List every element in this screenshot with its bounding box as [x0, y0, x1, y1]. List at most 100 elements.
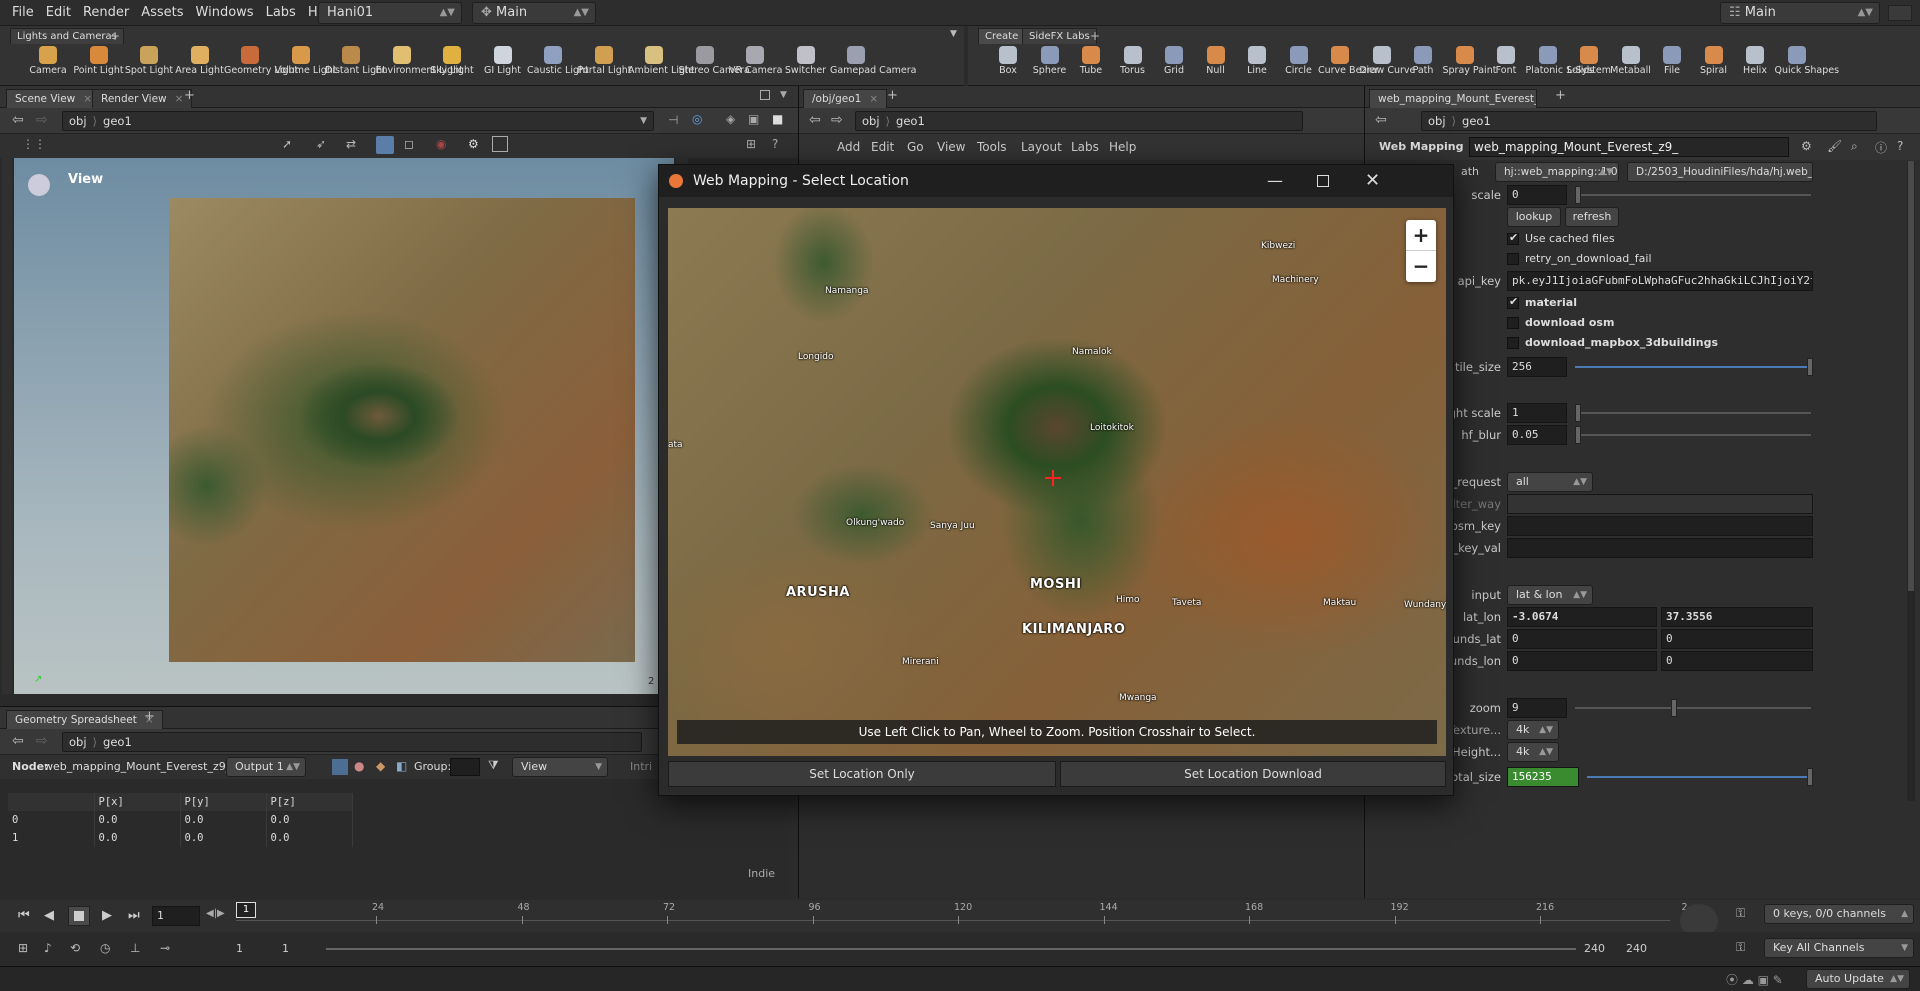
total-size-field[interactable]: 156235: [1507, 767, 1579, 787]
current-frame-field[interactable]: 1: [152, 906, 200, 926]
tab-geometry-spreadsheet[interactable]: Geometry Spreadsheet ×: [6, 710, 163, 729]
network-menu-view[interactable]: View: [937, 140, 965, 154]
record-icon[interactable]: ◉: [436, 137, 446, 151]
download-osm-checkbox[interactable]: [1507, 317, 1519, 329]
network-menu-add[interactable]: Add: [837, 140, 860, 154]
shelf-tool-quick-shapes[interactable]: Quick Shapes: [1775, 46, 1839, 76]
total-size-slider[interactable]: [1587, 768, 1813, 786]
network-menu-labs[interactable]: Labs: [1071, 140, 1099, 154]
network-menu-edit[interactable]: Edit: [871, 140, 894, 154]
add-tab-icon[interactable]: +: [887, 88, 898, 103]
play-icon[interactable]: ▶: [102, 908, 112, 923]
loop-icon[interactable]: ⟲: [70, 941, 80, 955]
tile-size-field[interactable]: 256: [1507, 357, 1567, 377]
stop-button[interactable]: [68, 906, 90, 926]
vertices-mode-icon[interactable]: ●: [354, 759, 364, 773]
menu-labs[interactable]: Labs: [260, 0, 302, 26]
range-start[interactable]: 1: [236, 942, 243, 955]
scrollbar-thumb[interactable]: [1908, 161, 1914, 591]
prims-mode-icon[interactable]: ◆: [376, 759, 385, 773]
shelf-tool-curve-bezier[interactable]: Curve Bezier: [1318, 46, 1379, 76]
link-icon[interactable]: ◎: [692, 112, 702, 126]
network-menu-help[interactable]: Help: [1109, 140, 1136, 154]
camera-icon[interactable]: ⚙: [468, 137, 479, 151]
shelf-tool-line[interactable]: Line: [1235, 46, 1279, 76]
refresh-button[interactable]: refresh: [1565, 207, 1619, 227]
menu-assets[interactable]: Assets: [135, 0, 189, 26]
column-header[interactable]: P[z]: [266, 793, 353, 811]
display-icon[interactable]: ■: [772, 112, 783, 126]
keys-channels-display[interactable]: 0 keys, 0/0 channels ▲: [1764, 904, 1914, 924]
render-region-icon[interactable]: [492, 136, 508, 152]
chevron-down-icon[interactable]: ▼: [640, 112, 647, 130]
close-icon[interactable]: ✕: [1365, 165, 1380, 197]
right-desktop-selector[interactable]: ☷ Main ▲▼: [1720, 2, 1880, 24]
height-scale-field[interactable]: 1: [1507, 403, 1567, 423]
hf-blur-field[interactable]: 0.05: [1507, 425, 1567, 445]
audio-icon[interactable]: ♪: [44, 941, 52, 955]
close-icon[interactable]: ×: [83, 93, 92, 105]
shelf-tool-l-system[interactable]: L-System: [1567, 46, 1611, 76]
shelf-tool-area-light[interactable]: Area Light: [174, 46, 226, 76]
shelf-tool-grid[interactable]: Grid: [1152, 46, 1196, 76]
param-scrollbar[interactable]: [1907, 161, 1915, 801]
zoom-slider[interactable]: [1575, 699, 1811, 717]
help-icon[interactable]: ?: [772, 137, 778, 151]
shelf-tool-point-light[interactable]: Point Light: [73, 46, 125, 76]
table-row[interactable]: 1 0.0 0.0 0.0: [8, 829, 353, 847]
group-field[interactable]: [450, 758, 480, 776]
breadcrumb-obj[interactable]: obj: [63, 112, 93, 130]
column-header[interactable]: [8, 793, 95, 811]
shelf-tool-sphere[interactable]: Sphere: [1028, 46, 1072, 76]
add-tab-icon[interactable]: +: [1555, 88, 1566, 103]
shelf-tool-metaball[interactable]: Metaball: [1609, 46, 1653, 76]
shelf-tool-gi-light[interactable]: GI Light: [477, 46, 529, 76]
shelf-tool-volume-light[interactable]: Volume Light: [275, 46, 337, 76]
shelf-tab-lights[interactable]: Lights and Cameras: [10, 28, 124, 44]
menubar-button[interactable]: [1888, 5, 1912, 21]
shelf-tool-spot-light[interactable]: Spot Light: [123, 46, 175, 76]
shelf-tool-platonic-solids[interactable]: Platonic Solids: [1526, 46, 1594, 76]
height-zoom-select[interactable]: 4k ▲▼: [1507, 742, 1559, 762]
back-arrow-icon[interactable]: ⇦: [809, 112, 821, 128]
breadcrumb-obj[interactable]: obj: [63, 733, 93, 751]
pin-icon[interactable]: ⊣: [668, 113, 678, 127]
shelf-tab-create[interactable]: Create: [978, 28, 1026, 44]
bounds-lon-min-field[interactable]: 0: [1507, 651, 1657, 671]
tile-size-slider[interactable]: [1575, 358, 1813, 376]
slider-knob[interactable]: [1671, 699, 1677, 717]
set-location-download-button[interactable]: Set Location Download: [1060, 761, 1446, 787]
pane-menu-icon[interactable]: ▼: [780, 90, 787, 100]
column-header[interactable]: P[x]: [94, 793, 181, 811]
jump-start-icon[interactable]: ⏮: [18, 908, 30, 923]
close-icon[interactable]: ×: [175, 93, 184, 105]
view-select[interactable]: View ▼: [512, 757, 608, 777]
help-icon[interactable]: ?: [1897, 139, 1903, 153]
snap-frames-icon[interactable]: ⊥: [130, 941, 140, 955]
set-location-only-button[interactable]: Set Location Only: [668, 761, 1056, 787]
key-tool-icon[interactable]: ⊸: [160, 941, 170, 955]
scale-field[interactable]: 0: [1507, 185, 1567, 205]
network-menu-layout[interactable]: Layout: [1021, 140, 1062, 154]
shelf-tool-torus[interactable]: Torus: [1111, 46, 1155, 76]
shelf-tool-gamepad-camera[interactable]: Gamepad Camera: [830, 46, 916, 76]
material-checkbox[interactable]: [1507, 295, 1519, 309]
shelf-tool-geometry-light[interactable]: Geometry Light: [224, 46, 298, 76]
api-key-field[interactable]: pk.eyJ1IjoiaGFubmFoLWphaGFuc2hhaGkiLCJhI…: [1507, 271, 1813, 291]
slider-knob[interactable]: [1575, 186, 1581, 204]
minimize-icon[interactable]: —: [1267, 165, 1283, 197]
hda-path-select[interactable]: D:/2503_HoudiniFiles/hda/hj.web_map...: [1627, 162, 1813, 182]
auto-update-button[interactable]: Auto Update ▲▼: [1806, 969, 1910, 989]
step-keys-icon[interactable]: ◀|▶: [206, 908, 225, 919]
shelf-tool-environment-light[interactable]: Environment Light: [376, 46, 463, 76]
output-select[interactable]: Output 1 ▲▼: [226, 757, 306, 777]
snap-icon[interactable]: ⊞: [746, 137, 756, 151]
forward-arrow-icon[interactable]: ⇨: [36, 733, 48, 749]
slider-knob[interactable]: [1807, 768, 1813, 786]
search-icon[interactable]: ⌕: [1851, 139, 1858, 154]
add-tab-icon[interactable]: +: [184, 88, 195, 103]
view-tool-icon[interactable]: [376, 136, 394, 154]
close-icon[interactable]: ×: [869, 93, 878, 105]
pose-tool-icon[interactable]: ◻: [404, 137, 414, 151]
request-select[interactable]: all ▲▼: [1507, 472, 1593, 492]
